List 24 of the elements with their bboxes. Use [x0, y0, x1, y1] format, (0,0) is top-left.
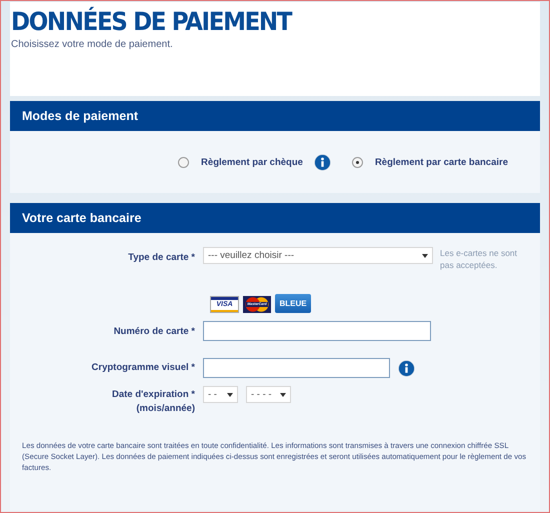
field-label: Type de carte *: [127, 251, 196, 265]
caret-icon: [280, 392, 286, 396]
card-type-select[interactable]: --- veuillez choisir ---: [203, 247, 433, 264]
section-header: Modes de paiement: [10, 101, 540, 131]
radio-button[interactable]: [352, 156, 363, 168]
card-type-note: Les e-cartes ne sont pas acceptées.: [440, 247, 518, 271]
radio-button[interactable]: [178, 156, 190, 168]
payment-option[interactable]: Règlement par carte bancaire: [352, 156, 508, 168]
caret-icon: [227, 392, 233, 396]
page-title: DONNÉES DE PAIEMENT: [11, 6, 292, 38]
field-label: Cryptogramme visuel *: [90, 361, 196, 375]
card-logo: BLEUE: [275, 294, 311, 313]
year-select[interactable]: - - - -: [246, 386, 291, 403]
month-select[interactable]: - -: [203, 386, 238, 403]
field-label: Date d'expiration * (mois/année): [110, 388, 196, 416]
cvv-input[interactable]: [203, 358, 390, 378]
section-header: Votre carte bancaire: [10, 203, 540, 233]
field-label: Numéro de carte *: [112, 325, 196, 339]
payment-option[interactable]: Règlement par chèque: [178, 156, 303, 168]
info-icon[interactable]: [399, 360, 414, 376]
caret-icon: [422, 254, 428, 258]
card-number-input[interactable]: [203, 321, 431, 341]
info-icon[interactable]: [314, 154, 330, 170]
page-subtitle: Choisissez votre mode de paiement.: [11, 39, 174, 50]
